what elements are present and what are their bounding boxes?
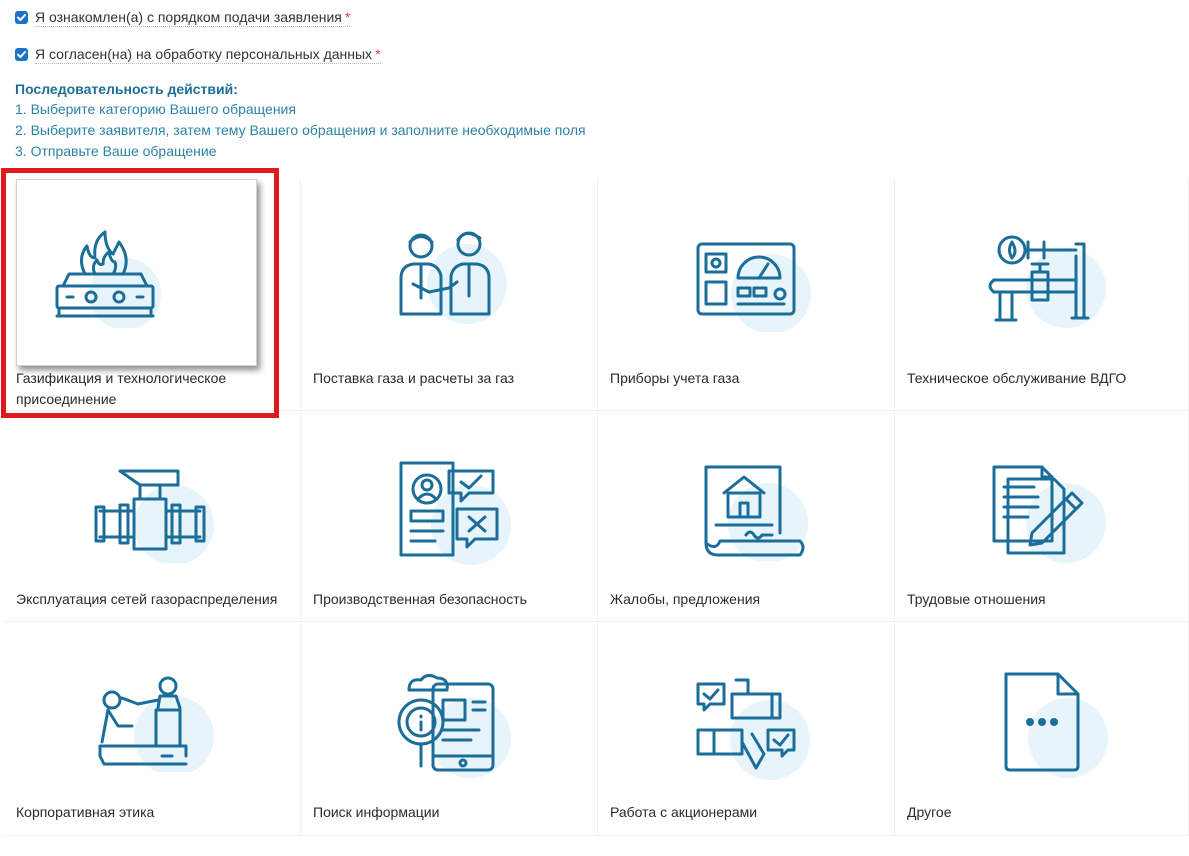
checkbox-checked-icon[interactable]	[15, 47, 28, 61]
required-asterisk: *	[344, 8, 351, 25]
category-gas-supply[interactable]: Поставка газа и расчеты за газ	[301, 178, 598, 411]
step-item: 2. Выберите заявителя, затем тему Вашего…	[15, 122, 586, 138]
consent-personal-data-checkbox[interactable]: Я согласен(на) на обработку персональных…	[15, 43, 381, 65]
documents-pen-icon	[992, 465, 1106, 563]
category-gas-network-operation[interactable]: Эксплуатация сетей газораспределения	[4, 411, 301, 622]
consent-procedure-checkbox[interactable]: Я ознакомлен(а) с порядком подачи заявле…	[15, 6, 351, 28]
consent-procedure-label[interactable]: Я ознакомлен(а) с порядком подачи заявле…	[35, 8, 351, 27]
category-vdgo-maintenance[interactable]: Техническое обслуживание ВДГО	[895, 178, 1189, 411]
category-label: Поставка газа и расчеты за газ	[313, 370, 515, 386]
category-label: Приборы учета газа	[610, 370, 740, 386]
consent-personal-data-label[interactable]: Я согласен(на) на обработку персональных…	[35, 45, 381, 64]
gas-pipe-valve-icon	[988, 235, 1106, 328]
pipeline-valve-icon	[94, 469, 214, 563]
gas-stove-icon	[55, 230, 161, 328]
steps-title: Последовательность действий:	[15, 81, 238, 97]
required-asterisk: *	[375, 45, 381, 62]
category-industrial-safety[interactable]: Производственная безопасность	[301, 411, 598, 622]
category-label: Корпоративная этика	[16, 804, 155, 820]
helping-hand-icon	[98, 676, 214, 772]
category-label: Жалобы, предложения	[610, 591, 761, 607]
category-label: Поиск информации	[313, 804, 440, 820]
house-document-icon	[704, 465, 808, 561]
category-label: Другое	[907, 804, 952, 820]
step-item: 3. Отправьте Ваше обращение	[15, 143, 217, 159]
info-search-icon	[397, 673, 511, 778]
category-complaints[interactable]: Жалобы, предложения	[598, 411, 895, 622]
steps-section: Последовательность действий: 1. Выберите…	[15, 80, 586, 162]
step-item: 1. Выберите категорию Вашего обращения	[15, 101, 296, 117]
category-label: Работа с акционерами	[610, 804, 758, 820]
category-label: Техническое обслуживание ВДГО	[907, 370, 1127, 386]
selected-category-card[interactable]	[16, 179, 257, 366]
category-corporate-ethics[interactable]: Корпоративная этика	[4, 622, 301, 836]
category-shareholders[interactable]: Работа с акционерами	[598, 622, 895, 836]
category-label: Эксплуатация сетей газораспределения	[16, 591, 278, 607]
category-other[interactable]: Другое	[895, 622, 1189, 836]
checkbox-checked-icon[interactable]	[15, 10, 28, 24]
category-label: Трудовые отношения	[907, 591, 1046, 607]
other-document-icon	[1004, 672, 1108, 778]
category-label: Производственная безопасность	[313, 591, 527, 607]
safety-document-check-icon	[399, 461, 511, 565]
business-handshake-icon	[399, 231, 507, 324]
category-gas-meters[interactable]: Приборы учета газа	[598, 178, 895, 411]
gas-meter-panel-icon	[696, 242, 811, 332]
category-labor-relations[interactable]: Трудовые отношения	[895, 411, 1189, 622]
category-info-search[interactable]: Поиск информации	[301, 622, 598, 836]
shareholders-hands-icon	[696, 678, 810, 780]
category-label: Газификация и технологическое присоединен…	[16, 370, 227, 407]
